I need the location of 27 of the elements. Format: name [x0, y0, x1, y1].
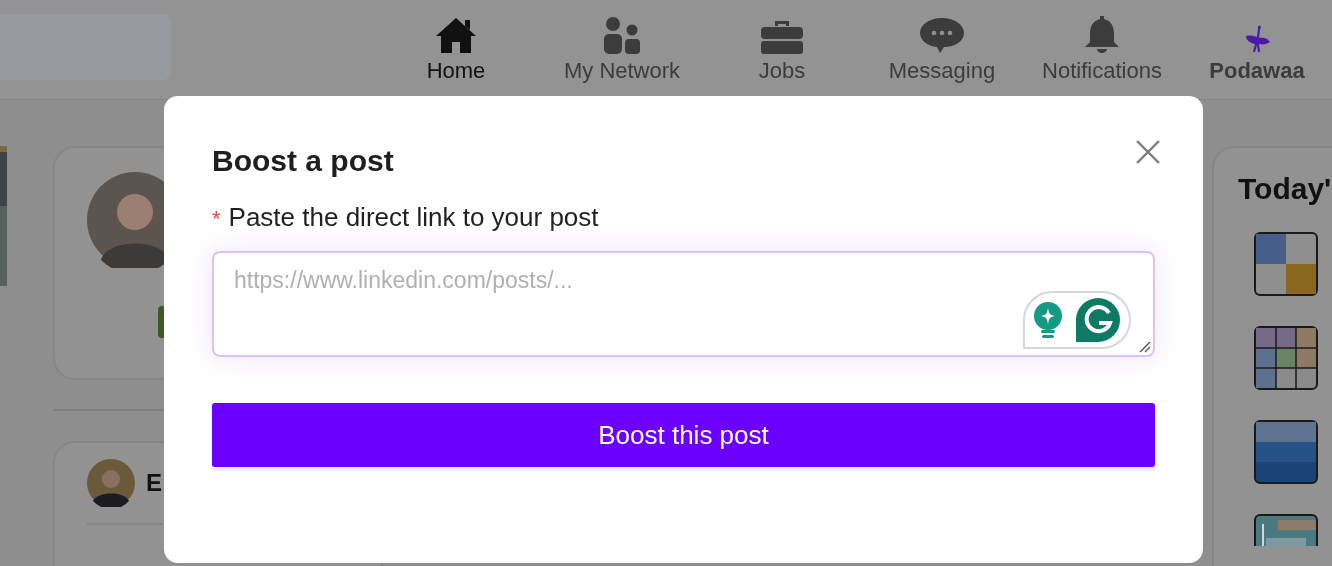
nav-item[interactable]: Messaging [862, 0, 1022, 96]
author-name: E [146, 469, 162, 497]
resize-handle-icon[interactable] [1139, 341, 1151, 353]
board-puzzle-icon [1254, 514, 1318, 546]
assistant-widget[interactable] [1023, 291, 1131, 349]
field-label: Paste the direct link to your post [228, 202, 599, 233]
dialog-title: Boost a post [212, 143, 394, 179]
chat-bubble-icon [919, 16, 965, 54]
nav-item[interactable]: Podawaa [1182, 0, 1332, 96]
people-icon [602, 16, 642, 54]
nav-item[interactable]: Notifications [1022, 0, 1182, 96]
nav-item[interactable]: Jobs [702, 0, 862, 96]
stripes-puzzle-icon [1254, 420, 1318, 484]
avatar-icon [87, 459, 135, 507]
grid-puzzle-icon [1254, 232, 1318, 296]
link-field[interactable]: https://www.linkedin.com/posts/... [212, 251, 1155, 357]
card-title: Today' [1238, 172, 1332, 206]
grid-puzzle-icon [1254, 326, 1318, 390]
home-icon [434, 16, 478, 54]
nav-item[interactable]: My Network [542, 0, 702, 96]
lightbulb-icon [1033, 302, 1063, 338]
briefcase-icon [760, 18, 804, 54]
grammar-icon [1075, 297, 1121, 343]
nav-item[interactable]: Home [370, 0, 542, 96]
close-button[interactable] [1135, 139, 1161, 165]
close-icon [1135, 139, 1161, 165]
required-marker: * [212, 206, 221, 232]
